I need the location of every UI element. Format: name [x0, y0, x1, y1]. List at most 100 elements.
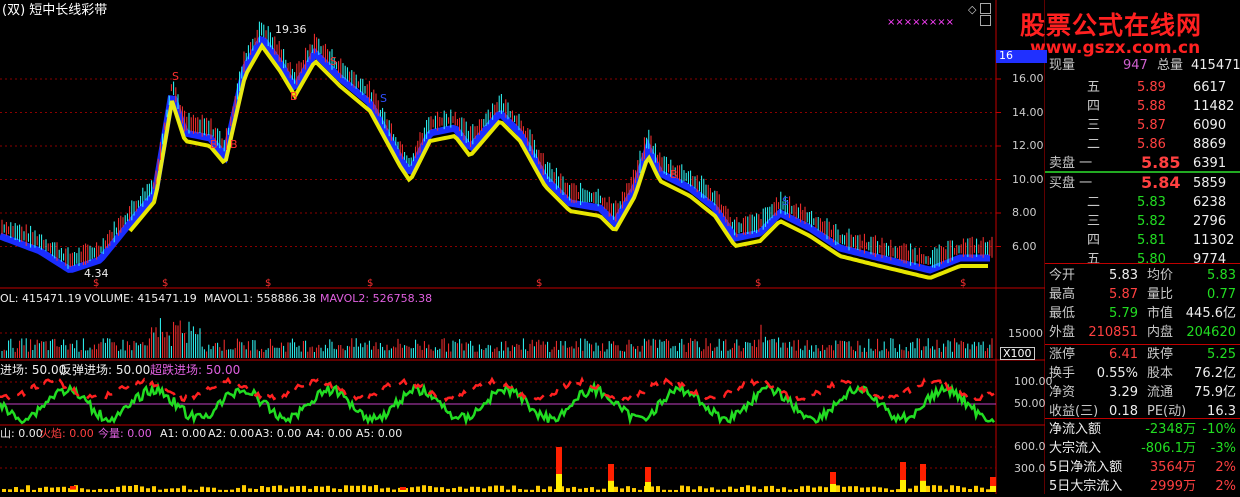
fire-bar [482, 488, 486, 492]
fire-bar [518, 488, 522, 492]
divider-1 [1045, 263, 1240, 264]
fire-bar [908, 488, 912, 492]
stat-label: 最低 [1049, 306, 1076, 321]
fire-bar [680, 485, 684, 492]
stat-row: 净资 3.29 流通 75.9亿 [1045, 383, 1240, 403]
fire-bar [878, 487, 882, 492]
bid-row[interactable]: 二 5.83 6238 [1045, 193, 1240, 213]
ask-level-label: 五 [1087, 80, 1101, 95]
stat-value-2: 445.6亿 [1185, 306, 1236, 321]
fire-peak-core [556, 474, 562, 492]
fire-bar [506, 489, 510, 492]
vol-tick: 15000 [1008, 327, 1043, 340]
flow-row: 净流入额 -2348万 -10% [1045, 420, 1240, 440]
bid-row[interactable]: 四 5.81 11302 [1045, 231, 1240, 251]
fire-bar [92, 489, 96, 492]
fire-bar [56, 487, 60, 492]
quote-panel: 现量 947 总量 415471 五 5.89 6617 四 5.88 11482… [1045, 56, 1240, 494]
diamond-icon[interactable]: ◇ [968, 4, 976, 15]
fire-bar [962, 487, 966, 492]
top-markers: ×××××××× [887, 17, 955, 28]
fire-bar [494, 485, 498, 492]
fire-peak-core [645, 482, 651, 492]
vol-scale: X100 [1000, 347, 1035, 360]
fire-bar [854, 486, 858, 492]
ask-row[interactable]: 二 5.86 8869 [1045, 135, 1240, 155]
ask-price: 5.87 [1137, 118, 1166, 133]
bid-price: 5.83 [1137, 195, 1166, 210]
fire-bar [308, 488, 312, 492]
ask-price: 5.85 [1141, 153, 1181, 172]
stat-value: 0.55% [1096, 366, 1138, 381]
fire-bar [860, 487, 864, 492]
bid-volume: 9774 [1193, 252, 1227, 267]
fire-bar [632, 488, 636, 492]
watermark-title: 股票公式在线网 [1020, 11, 1203, 40]
fire-bar [674, 489, 678, 492]
ask-row[interactable]: 五 5.89 6617 [1045, 78, 1240, 98]
ask-row[interactable]: 四 5.88 11482 [1045, 97, 1240, 117]
high-price-label: 19.36 [275, 23, 307, 36]
fire-bar [104, 489, 108, 492]
fire-bar [578, 488, 582, 492]
ask-row[interactable]: 三 5.87 6090 [1045, 116, 1240, 136]
stat-label-2: 均价 [1147, 268, 1174, 283]
stat-label-2: 跌停 [1147, 347, 1174, 362]
stat-label-2: 股本 [1147, 366, 1174, 381]
stat-value: 210851 [1088, 325, 1138, 340]
fire-peak-core [920, 480, 926, 492]
dollar-mark: $ [265, 278, 271, 289]
stat-row: 今开 5.83 均价 5.83 [1045, 266, 1240, 286]
fire-bar [248, 488, 252, 492]
fire-bar [20, 489, 24, 492]
flow-pct: -3% [1210, 441, 1236, 456]
ask-volume: 6617 [1193, 80, 1227, 95]
flow-value: 2999万 [1149, 479, 1196, 494]
window-button-2[interactable] [980, 15, 991, 26]
fire-bar [428, 486, 432, 492]
fire-bar [866, 487, 870, 492]
total-volume-label: 总量 [1157, 58, 1184, 73]
fire-bar [266, 487, 270, 492]
fire-bar [890, 489, 894, 492]
chart-area[interactable]: SBSSBBSB$ $ $ $ $ $ $ [0, 0, 1045, 494]
fire-bar [458, 486, 462, 492]
window-button[interactable] [980, 3, 991, 14]
bid-level-label: 五 [1087, 252, 1101, 267]
ask-level-label: 卖盘 一 [1049, 156, 1093, 171]
signal-label: S [380, 92, 387, 105]
fire-bar [182, 485, 186, 492]
fire-bar [260, 485, 264, 492]
flow-label: 大宗流入 [1049, 441, 1102, 456]
fire-bar [338, 489, 342, 492]
stat-label: 涨停 [1049, 347, 1076, 362]
fire-bar [944, 489, 948, 492]
fire-bar [272, 485, 276, 492]
stat-value-2: 16.3 [1207, 404, 1236, 419]
fire-bar [422, 485, 426, 492]
fire-bar [734, 488, 738, 492]
price-tick: 16.00 [1012, 72, 1044, 85]
fire-bar [500, 485, 504, 492]
fire-bar [164, 488, 168, 492]
fire-bar [434, 487, 438, 492]
bid-row[interactable]: 买盘 一 5.84 5859 [1045, 174, 1240, 194]
flow-label: 净流入额 [1049, 422, 1102, 437]
flow-pct: 2% [1215, 479, 1236, 494]
stat-value: 0.18 [1109, 404, 1138, 419]
signal-label: S [782, 195, 789, 208]
fire-bar [38, 487, 42, 492]
fire-bar [620, 488, 624, 492]
now-volume-label: 现量 [1049, 58, 1076, 73]
fire-bar [662, 489, 666, 492]
bid-level-label: 三 [1087, 214, 1101, 229]
fire-bar [842, 486, 846, 492]
fire-bar [980, 487, 984, 492]
fire-bar [764, 486, 768, 492]
fire-label-2: 今量: 0.00 [98, 427, 152, 440]
fire-bar [320, 486, 324, 492]
bid-row[interactable]: 三 5.82 2796 [1045, 212, 1240, 232]
stat-label: 今开 [1049, 268, 1076, 283]
stat-row: 涨停 6.41 跌停 5.25 [1045, 345, 1240, 365]
fire-bar [2, 488, 6, 492]
